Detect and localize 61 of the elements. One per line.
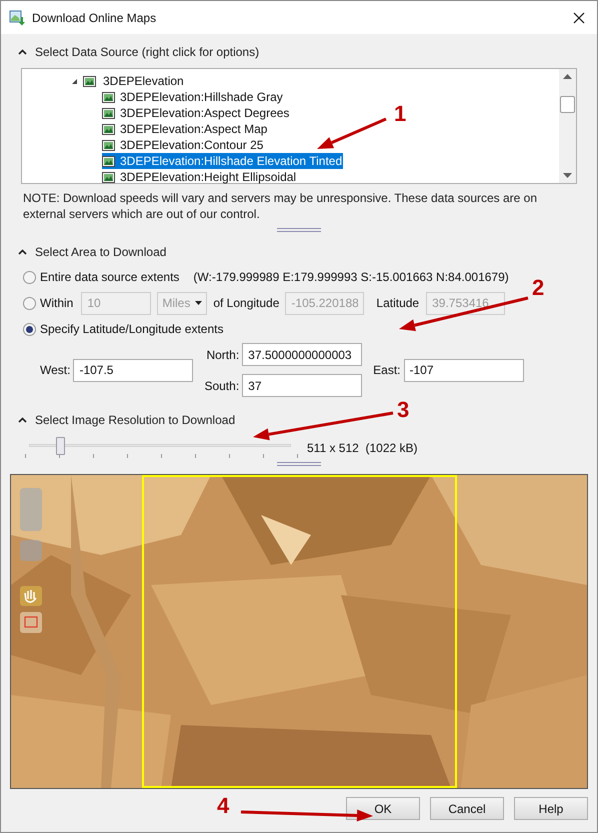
hand-icon[interactable] xyxy=(20,586,42,606)
close-icon[interactable] xyxy=(573,12,585,24)
field-label: South: xyxy=(204,378,240,394)
slider-thumb[interactable] xyxy=(56,437,66,455)
scrollbar[interactable] xyxy=(559,69,576,183)
callout-number: 3 xyxy=(397,399,410,421)
collapse-icon[interactable] xyxy=(18,49,27,55)
field-label: East: xyxy=(373,362,401,379)
radio-button[interactable] xyxy=(23,270,36,284)
resolution-reading: 511 x 512 (1022 kB) xyxy=(307,440,418,457)
radio-label[interactable]: Entire data source extents xyxy=(40,268,180,286)
splitter-handle[interactable] xyxy=(277,228,321,232)
splitter-handle[interactable] xyxy=(277,462,321,466)
callout-number: 4 xyxy=(217,795,230,817)
extents-text: (W:-179.999989 E:179.999993 S:-15.001663 N:84.001679) xyxy=(193,269,509,286)
window-title: Download Online Maps xyxy=(32,10,156,26)
section-heading: Select Area to Download xyxy=(35,244,166,261)
tree-item[interactable]: 3DEPElevation:Hillshade Gray xyxy=(102,89,284,105)
field-label: North: xyxy=(206,346,240,364)
image-icon xyxy=(83,76,96,86)
callout-number: 1 xyxy=(394,103,406,125)
collapse-icon[interactable] xyxy=(18,249,27,255)
rectangle-select-icon[interactable] xyxy=(20,612,42,633)
callout-number: 2 xyxy=(532,277,544,299)
image-icon xyxy=(102,92,115,102)
input-field[interactable]: -107.5 xyxy=(73,358,194,382)
section-heading: Select Image Resolution to Download xyxy=(35,412,236,429)
section-heading: Select Data Source (right click for options) xyxy=(35,44,260,61)
tree-item[interactable]: 3DEPElevation xyxy=(103,72,184,90)
tree-item[interactable]: 3DEPElevation:Aspect Map xyxy=(102,121,268,137)
scroll-up-icon[interactable] xyxy=(563,74,572,79)
expand-triangle-icon[interactable] xyxy=(71,78,78,84)
input-field[interactable]: 37 xyxy=(242,374,362,397)
dialog-button[interactable]: Cancel xyxy=(430,797,504,820)
dialog-button[interactable]: OK xyxy=(346,797,420,820)
image-icon xyxy=(102,124,115,134)
input-field[interactable]: -107 xyxy=(404,358,524,382)
scroll-down-icon[interactable] xyxy=(563,173,572,178)
field-label: of Longitude xyxy=(213,295,280,312)
dropdown-caret-icon xyxy=(195,301,202,305)
radio-button[interactable] xyxy=(23,296,36,310)
collapse-icon[interactable] xyxy=(18,417,27,423)
map-download-icon xyxy=(9,10,25,26)
tree-item[interactable]: 3DEPElevation:Contour 25 xyxy=(102,137,264,153)
image-icon xyxy=(102,156,115,166)
radio-label[interactable]: Specify Latitude/Longitude extents xyxy=(40,320,224,338)
tree-item[interactable]: 3DEPElevation:Aspect Degrees xyxy=(102,105,290,121)
note-text: NOTE: Download speeds will vary and servers may be unresponsive. These data sources are on external servers which are out of our control. xyxy=(23,190,538,222)
radio-label[interactable]: Within xyxy=(40,294,74,312)
field-label: West: xyxy=(40,362,70,379)
slider-track[interactable] xyxy=(29,437,291,455)
dialog-button[interactable]: Help xyxy=(514,797,588,820)
callout-arrow xyxy=(317,118,387,149)
scroll-thumb[interactable] xyxy=(560,96,575,112)
image-icon xyxy=(102,108,115,118)
image-icon xyxy=(102,140,115,150)
tree-item[interactable]: 3DEPElevation:Height Ellipsoidal xyxy=(102,169,298,185)
radio-button[interactable] xyxy=(23,322,36,336)
field-label: Latitude xyxy=(376,295,420,312)
tree-item[interactable]: 3DEPElevation:Hillshade Elevation Tinted xyxy=(102,153,344,169)
input-field[interactable]: 37.5000000000003 xyxy=(242,343,362,366)
